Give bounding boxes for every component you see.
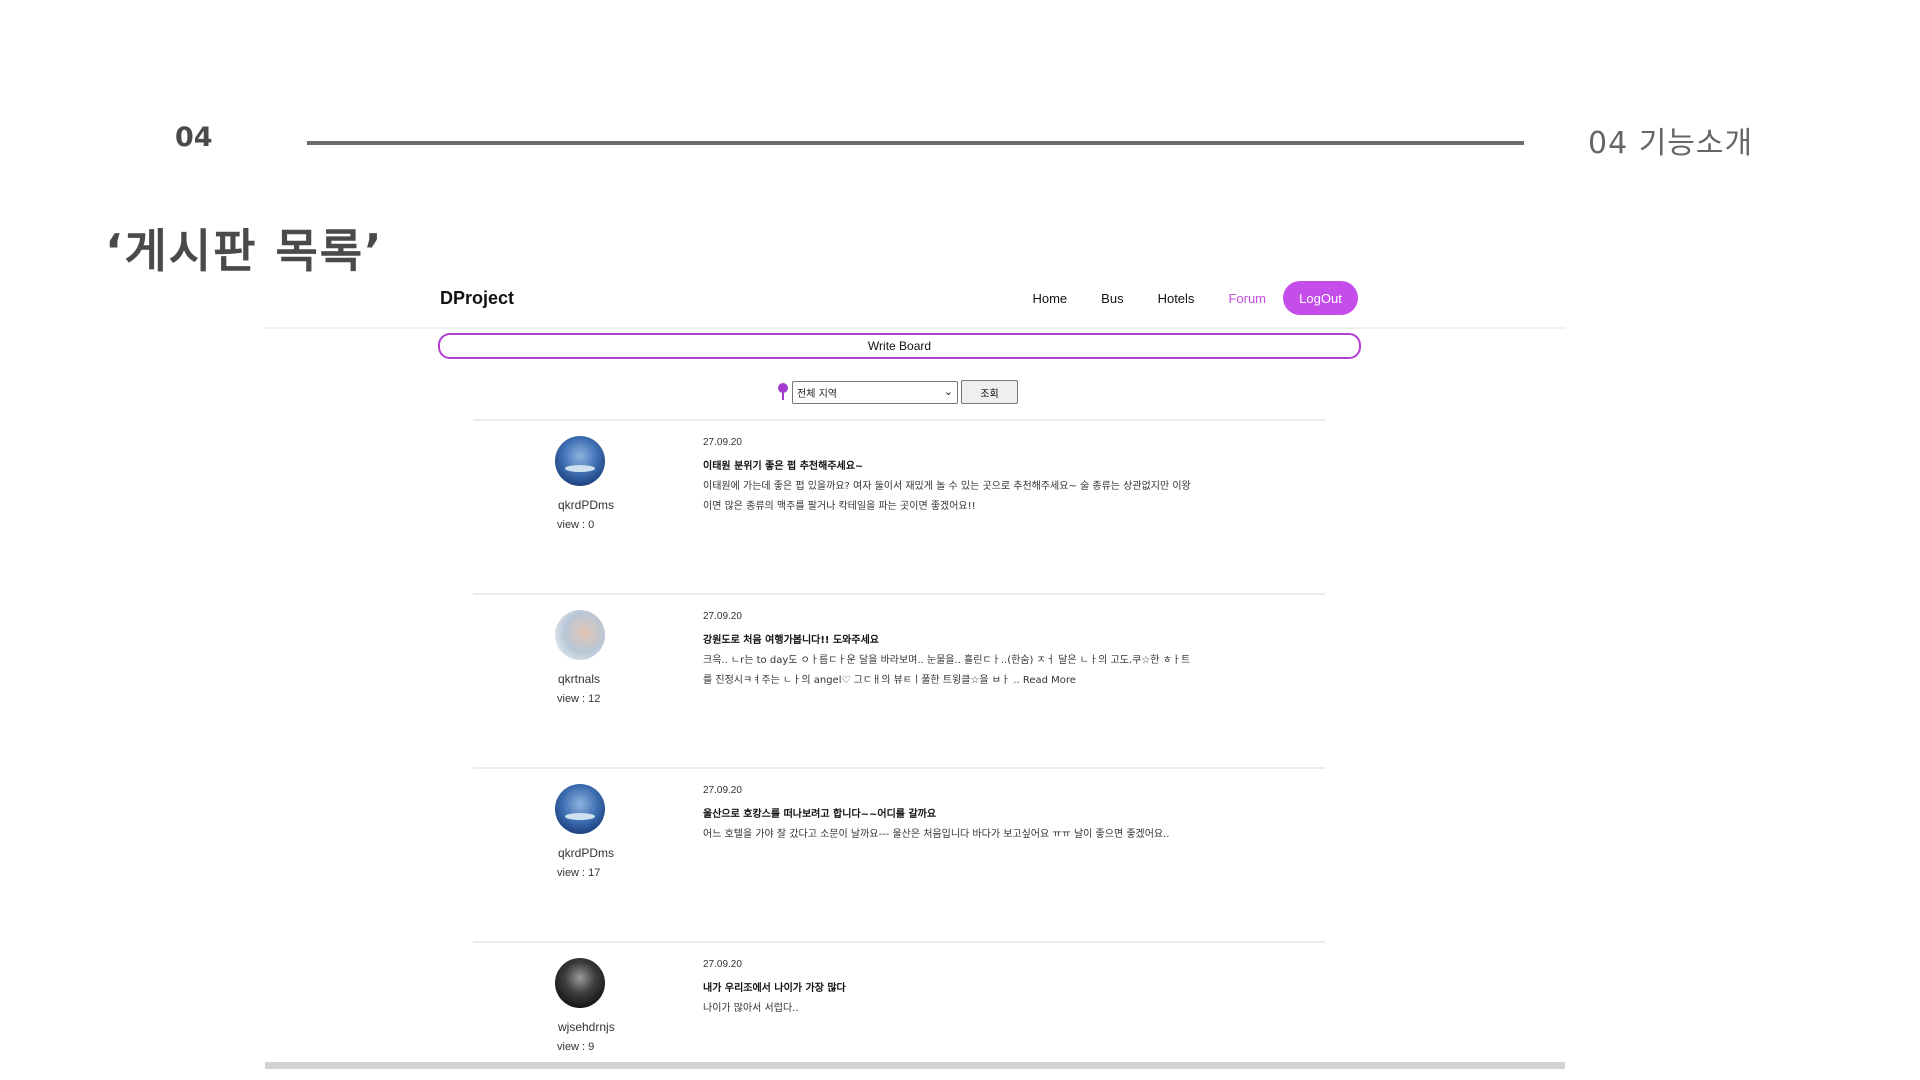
post-author: qkrdPDms <box>558 846 615 860</box>
avatar <box>555 958 605 1008</box>
post-item[interactable]: wjsehdrnjs view : 9 27.09.20 내가 우리조에서 나이… <box>473 941 1325 1069</box>
section-title: 04 기능소개 <box>1588 126 1754 161</box>
post-title[interactable]: 이태원 분위기 좋은 펍 추천해주세요~ <box>703 457 863 472</box>
region-filter: 전체 지역 ⌄ 조회 <box>777 380 1018 404</box>
post-date: 27.09.20 <box>703 437 742 448</box>
board-list-screenshot: DProject Home Bus Hotels Forum LogOut Wr… <box>265 275 1565 1069</box>
post-excerpt: 어느 호텔을 가야 잘 갔다고 소문이 날까요--- 울산은 처음입니다 바다가… <box>703 829 1170 840</box>
region-select[interactable]: 전체 지역 ⌄ <box>792 380 958 404</box>
post-excerpt: 나이가 많아서 서럽다.. <box>703 1003 799 1014</box>
post-title[interactable]: 강원도로 처음 여행가봅니다!! 도와주세요 <box>703 631 879 646</box>
post-date: 27.09.20 <box>703 611 742 622</box>
nav-hotels[interactable]: Hotels <box>1158 291 1195 306</box>
post-views: view : 17 <box>557 867 601 879</box>
post-excerpt: 이태원에 가는데 좋은 펍 있을까요? 여자 둘이서 재밌게 놀 수 있는 곳으… <box>703 481 1191 512</box>
write-board-button[interactable]: Write Board <box>438 333 1361 359</box>
avatar <box>555 784 605 834</box>
logout-button[interactable]: LogOut <box>1283 281 1358 315</box>
post-item[interactable]: qkrdPDms view : 17 27.09.20 울산으로 호캉스를 떠나… <box>473 767 1325 941</box>
site-navbar: DProject Home Bus Hotels Forum LogOut <box>265 275 1565 329</box>
header-divider <box>307 141 1524 145</box>
post-title[interactable]: 내가 우리조에서 나이가 가장 많다 <box>703 979 846 994</box>
post-list: qkrdPDms view : 0 27.09.20 이태원 분위기 좋은 펍 … <box>473 419 1325 1069</box>
nav-bus[interactable]: Bus <box>1101 291 1123 306</box>
chevron-down-icon: ⌄ <box>943 384 953 398</box>
map-pin-icon <box>777 383 789 401</box>
post-date: 27.09.20 <box>703 959 742 970</box>
nav-links: Home Bus Hotels Forum LogOut <box>998 281 1358 315</box>
post-date: 27.09.20 <box>703 785 742 796</box>
post-views: view : 12 <box>557 693 601 705</box>
post-views: view : 9 <box>557 1041 595 1053</box>
region-select-value: 전체 지역 <box>797 388 837 400</box>
post-item[interactable]: qkrdPDms view : 0 27.09.20 이태원 분위기 좋은 펍 … <box>473 419 1325 593</box>
post-item[interactable]: qkrtnals view : 12 27.09.20 강원도로 처음 여행가봅… <box>473 593 1325 767</box>
horizontal-scrollbar[interactable] <box>265 1062 1565 1069</box>
nav-home[interactable]: Home <box>1032 291 1067 306</box>
brand-logo[interactable]: DProject <box>440 288 514 309</box>
post-views: view : 0 <box>557 519 595 531</box>
post-author: wjsehdrnjs <box>558 1020 615 1034</box>
post-author: qkrdPDms <box>558 498 615 512</box>
slide-title: ‘게시판 목록’ <box>105 224 384 278</box>
post-title[interactable]: 울산으로 호캉스를 떠나보려고 합니다~~어디를 갈까요 <box>703 805 936 820</box>
avatar <box>555 610 605 660</box>
nav-forum[interactable]: Forum <box>1228 291 1266 306</box>
avatar <box>555 436 605 486</box>
post-author: qkrtnals <box>558 672 601 686</box>
search-button[interactable]: 조회 <box>961 380 1018 404</box>
post-excerpt: 크윽.. ㄴr는 to day도 ㅇㅏ름ㄷㅏ운 달을 바라보며.. 눈물을.. … <box>703 655 1191 686</box>
slide-number: 04 <box>175 122 213 153</box>
